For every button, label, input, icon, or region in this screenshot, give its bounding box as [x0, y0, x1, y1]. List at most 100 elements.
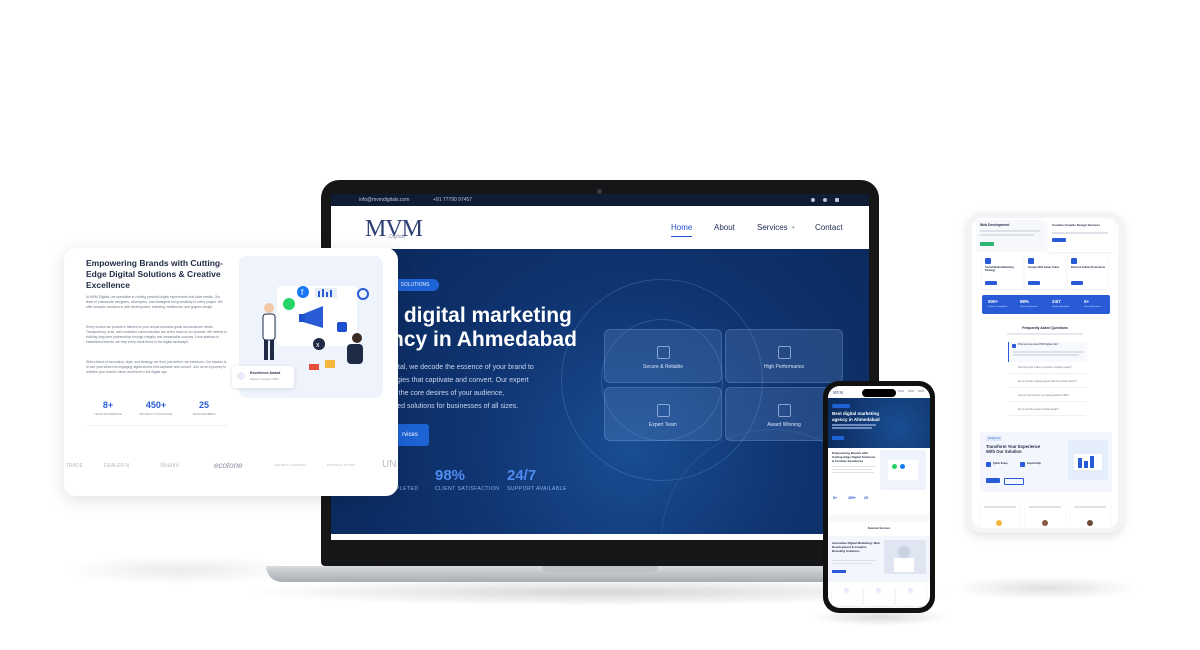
- text-placeholder: [1007, 333, 1083, 335]
- text-placeholder: [1074, 506, 1106, 508]
- stat-value: 450+: [145, 400, 167, 410]
- topbar-email[interactable]: info@mvmdigitals.com: [359, 197, 409, 203]
- tablet-screen: Web Development Creative Graphic Design …: [972, 218, 1118, 528]
- feature-card[interactable]: Secure & Reliable: [604, 329, 722, 383]
- text-placeholder: [832, 472, 874, 474]
- faq-item[interactable]: Can you help improve my existing website…: [1008, 393, 1086, 402]
- faq-item[interactable]: How long does it take to complete a webs…: [1008, 365, 1086, 374]
- about-paragraph: With a blend of innovation, style, and s…: [86, 360, 227, 374]
- laptop-topbar: info@mvmdigitals.com +91 77790 97457: [331, 194, 869, 206]
- stat-label: Projects Completed: [988, 306, 1008, 308]
- client-logo: PHOTINGO STUDIO: [327, 463, 356, 467]
- person-illustration: [898, 546, 910, 558]
- phone-dynamic-island: [862, 389, 896, 397]
- service-card[interactable]: Brand & Online Promotions: [1068, 255, 1108, 289]
- service-learn-more-button[interactable]: [1071, 281, 1083, 285]
- divider: [86, 425, 228, 426]
- whatsapp-icon: [892, 464, 897, 469]
- stat-value: 25: [864, 496, 868, 500]
- tablet-shadow: [950, 576, 1140, 600]
- feature-card[interactable]: High Performance: [725, 329, 843, 383]
- service-learn-more-button[interactable]: [985, 281, 997, 285]
- service-card[interactable]: [864, 586, 894, 606]
- avatar: [1087, 520, 1093, 526]
- faq-item[interactable]: Do you provide custom website design?: [1008, 407, 1086, 416]
- logo[interactable]: MVM: [833, 390, 843, 395]
- text-placeholder: [832, 469, 872, 471]
- service-learn-more-button[interactable]: [1052, 238, 1066, 242]
- bar-illustration: [1078, 458, 1082, 468]
- service-card-title: Creative Graphic Design Services: [1052, 223, 1101, 227]
- hero-headline-line: t digital marketing: [391, 304, 572, 327]
- award-icon: [778, 404, 791, 417]
- service-learn-more-button[interactable]: [1028, 281, 1040, 285]
- service-card[interactable]: Social Media Marketing Strategy: [982, 255, 1022, 289]
- service-card[interactable]: [832, 586, 862, 606]
- client-logo: TRADE: [66, 463, 83, 469]
- menu-link[interactable]: [908, 390, 914, 392]
- client-logo: THE BEST GARMENTS: [274, 463, 307, 467]
- text-placeholder: [832, 424, 876, 426]
- text-placeholder: [832, 563, 872, 565]
- menu-link[interactable]: [918, 390, 924, 392]
- service-card-title: Brand & Online Promotions: [1071, 266, 1106, 269]
- cta-secondary-button[interactable]: [1004, 478, 1024, 485]
- instagram-icon[interactable]: [823, 198, 827, 202]
- text-placeholder: [832, 466, 876, 468]
- nav-about[interactable]: About: [714, 223, 735, 232]
- nav-contact[interactable]: Contact: [815, 223, 843, 232]
- text-placeholder: [980, 230, 1040, 232]
- faq-question: Do you provide custom website design?: [1018, 409, 1059, 411]
- bar-illustration: [1084, 461, 1088, 468]
- hero-services-button[interactable]: [832, 436, 844, 440]
- text-placeholder: [980, 234, 1034, 236]
- service-card-title: Web Development: [980, 223, 1010, 227]
- topbar-phone[interactable]: +91 77790 97457: [433, 197, 472, 203]
- about-paragraph: At MVM Digitals, we specialise in crafti…: [86, 295, 223, 309]
- linkedin-icon[interactable]: [835, 198, 839, 202]
- stats-bar: 500+ Projects Completed 98% Client Satis…: [982, 295, 1110, 314]
- cta-button[interactable]: [986, 478, 1000, 483]
- nav-services[interactable]: Services: [757, 223, 788, 232]
- service-card[interactable]: Creative Graphic Design Services: [1048, 220, 1114, 252]
- service-card[interactable]: Google SEO Setup Token: [1025, 255, 1065, 289]
- check-icon: [1020, 462, 1025, 467]
- avatar: [1042, 520, 1048, 526]
- testimonial-card: [1025, 502, 1065, 528]
- service-learn-more-button[interactable]: [980, 242, 994, 246]
- client-logo: DEALER N: [104, 463, 130, 469]
- service-card[interactable]: Web Development: [976, 220, 1046, 252]
- nav-home[interactable]: Home: [671, 223, 693, 237]
- services-button[interactable]: [832, 570, 846, 573]
- facebook-icon: [900, 464, 905, 469]
- stat-value: 8+: [102, 400, 114, 410]
- phone-hero: Best digital marketing agency in Ahmedab…: [828, 398, 930, 448]
- faq-item-expanded[interactable]: What services does MVM Digitals offer?: [1008, 342, 1087, 362]
- marketing-illustration: [880, 450, 926, 490]
- stat-label: Years Experience: [1084, 306, 1102, 308]
- stat-label: TEAM MEMBERS: [192, 412, 216, 416]
- service-icon: [876, 588, 881, 593]
- client-logos-strip: [828, 514, 930, 522]
- facebook-icon[interactable]: [811, 198, 815, 202]
- feature-card[interactable]: Expert Team: [604, 387, 722, 441]
- laptop-screen-bottom: [331, 534, 869, 540]
- award-subtitle: Digital Innovation 2023: [250, 377, 279, 381]
- text-placeholder: [984, 506, 1016, 508]
- hero-description-line: to the core desires of your audience,: [391, 390, 505, 397]
- about-section-card: Empowering Brands with Cutting-Edge Digi…: [64, 248, 398, 496]
- faq-item[interactable]: Do you provide ongoing support after the…: [1008, 379, 1086, 388]
- testimonial-card: [1070, 502, 1110, 528]
- service-card[interactable]: [896, 586, 926, 606]
- trophy-icon: [237, 372, 245, 380]
- faq-title: Frequently Asked Questions: [1022, 326, 1068, 330]
- about-paragraph: Every service we provide is tailored to …: [86, 325, 227, 344]
- menu-link[interactable]: [898, 390, 904, 392]
- seo-icon: [1028, 258, 1034, 264]
- client-logo: UN: [382, 459, 397, 470]
- stat-value: 98%: [435, 467, 466, 484]
- service-icon: [908, 588, 913, 593]
- featured-services-title: Featured Services: [867, 527, 891, 530]
- stat-value: 5+: [1084, 299, 1090, 304]
- stat-label: PLETED: [396, 486, 419, 492]
